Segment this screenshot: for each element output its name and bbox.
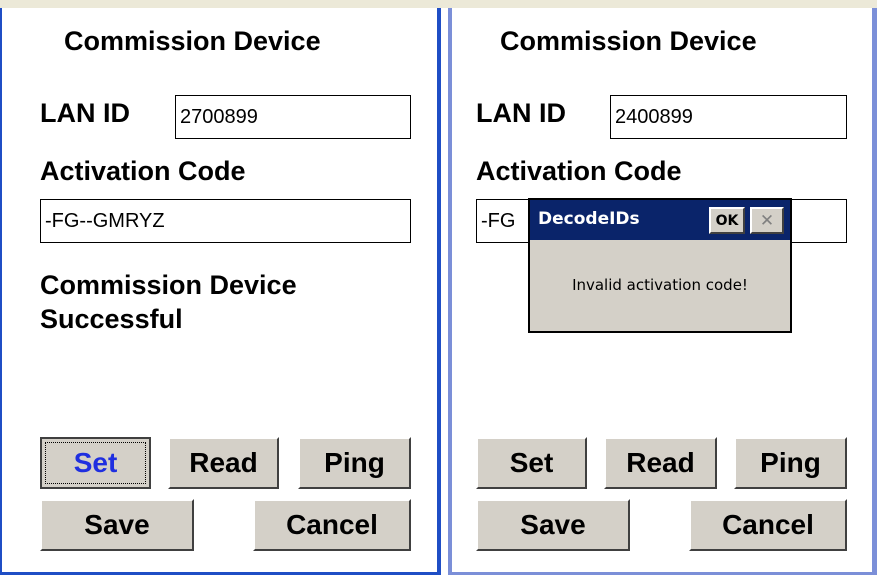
set-button-label: Set	[509, 447, 554, 478]
dialog-ok-button[interactable]: OK	[709, 207, 745, 234]
cancel-button-label: Cancel	[722, 509, 814, 540]
lan-id-field[interactable]: 2700899	[175, 95, 411, 139]
status-message: Commission Device Successful	[40, 268, 297, 336]
ping-button-label: Ping	[324, 447, 385, 478]
save-button[interactable]: Save	[40, 499, 194, 551]
page-title: Commission Device	[64, 26, 321, 56]
dialog-title-bar: DecodeIDs OK ✕	[530, 200, 790, 240]
cancel-button-label: Cancel	[286, 509, 378, 540]
lan-id-field[interactable]: 2400899	[610, 95, 847, 139]
read-button-label: Read	[189, 447, 258, 478]
read-button[interactable]: Read	[168, 437, 279, 489]
top-strip	[0, 0, 877, 8]
cancel-button[interactable]: Cancel	[253, 499, 411, 551]
save-button-label: Save	[520, 509, 586, 540]
status-line-1: Commission Device	[40, 270, 297, 300]
lan-id-label: LAN ID	[476, 98, 566, 128]
error-dialog: DecodeIDs OK ✕ Invalid activation code!	[528, 198, 792, 333]
lan-id-label: LAN ID	[40, 98, 130, 128]
cancel-button[interactable]: Cancel	[689, 499, 847, 551]
dialog-title: DecodeIDs	[538, 209, 640, 229]
status-line-2: Successful	[40, 304, 183, 334]
page-title: Commission Device	[500, 26, 757, 56]
activation-code-label: Activation Code	[476, 156, 682, 186]
activation-code-label: Activation Code	[40, 156, 246, 186]
set-button[interactable]: Set	[40, 437, 151, 489]
set-button-label: Set	[73, 447, 118, 478]
ping-button[interactable]: Ping	[734, 437, 847, 489]
ping-button-label: Ping	[760, 447, 821, 478]
set-button[interactable]: Set	[476, 437, 587, 489]
save-button[interactable]: Save	[476, 499, 630, 551]
ping-button[interactable]: Ping	[298, 437, 411, 489]
save-button-label: Save	[84, 509, 150, 540]
dialog-message: Invalid activation code!	[572, 276, 748, 294]
close-icon[interactable]: ✕	[750, 207, 784, 234]
read-button[interactable]: Read	[604, 437, 717, 489]
read-button-label: Read	[626, 447, 695, 478]
activation-code-field[interactable]: -FG--GMRYZ	[40, 199, 411, 243]
